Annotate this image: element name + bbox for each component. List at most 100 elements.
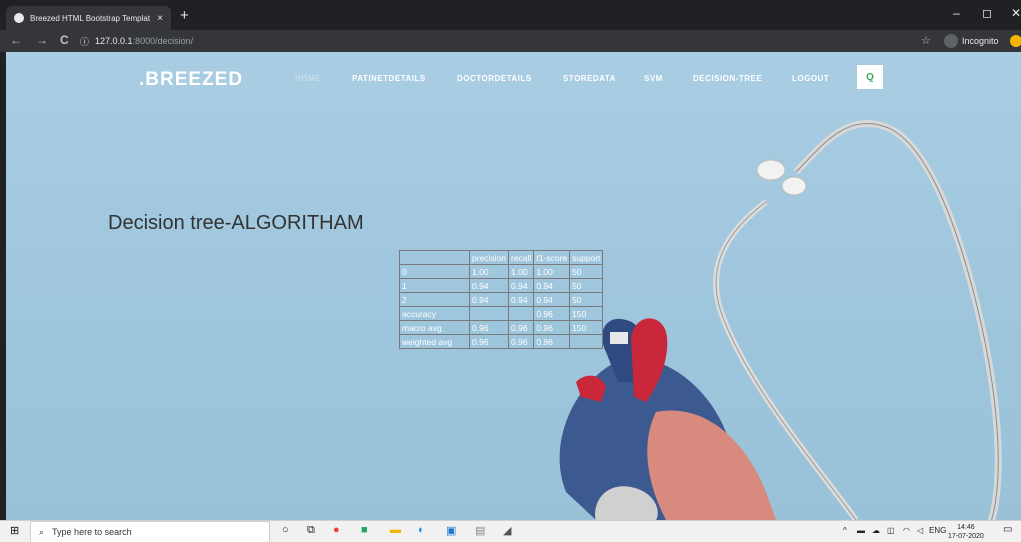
table-row: weighted avg 0.96 0.96 0.96 [399, 334, 604, 349]
wifi-icon[interactable]: ◠ [903, 526, 910, 535]
bookmark-star-icon[interactable]: ☆ [921, 34, 931, 47]
table-cell: 50 [569, 264, 604, 279]
table-cell: 0.96 [533, 334, 571, 349]
table-header-cell: recall [508, 250, 535, 265]
table-cell: 1.00 [533, 264, 571, 279]
database-icon[interactable]: ▤ [475, 524, 485, 537]
address-bar-row: ← → C ⓘ 127.0.0.1 :8000/decision/ ☆ Inco… [0, 30, 1021, 52]
table-cell: 50 [569, 292, 604, 307]
table-cell: 1.00 [468, 264, 510, 279]
nav-store-data[interactable]: STOREDATA [563, 74, 616, 83]
table-row: macro avg 0.96 0.96 0.96 150 [399, 320, 604, 335]
table-cell: weighted avg [399, 334, 470, 349]
table-cell: 0.94 [533, 278, 571, 293]
table-header-cell: f1-score [533, 250, 571, 265]
system-clock[interactable]: 14:46 17-07-2020 [948, 523, 984, 541]
table-cell: 0.94 [508, 292, 535, 307]
table-cell: accuracy [399, 306, 470, 321]
site-search-button[interactable]: Q [857, 65, 883, 89]
site-brand-logo[interactable]: .BREEZED [139, 69, 243, 91]
mail-icon[interactable]: ▣ [446, 524, 456, 537]
minimize-button[interactable]: – [953, 6, 960, 20]
table-cell: 150 [569, 306, 604, 321]
profile-button[interactable]: Incognito [944, 34, 999, 48]
app-icon[interactable]: ◢ [503, 524, 511, 537]
maximize-button[interactable]: ◻ [982, 6, 992, 20]
task-view-icon[interactable]: ⧉ [307, 524, 315, 537]
taskbar-search-input[interactable]: ⌕ Type here to search [30, 521, 270, 542]
table-cell: 1 [399, 278, 470, 293]
page-title: Decision tree-ALGORITHAM [108, 212, 364, 234]
forward-button[interactable]: → [36, 33, 48, 47]
url-host: 127.0.0.1 [95, 36, 133, 46]
nav-decision-tree[interactable]: DECISION-TREE [693, 74, 762, 83]
new-tab-button[interactable]: + [180, 7, 189, 24]
search-icon: ⌕ [39, 526, 45, 537]
volume-icon[interactable]: ◁ [917, 526, 923, 535]
search-icon: Q [866, 71, 874, 83]
network-icon[interactable]: ◫ [887, 526, 895, 535]
window-close-button[interactable]: ✕ [1011, 6, 1021, 20]
table-cell: 50 [569, 278, 604, 293]
tab-title: Breezed HTML Bootstrap Templat [30, 13, 151, 23]
table-cell: 0.96 [508, 320, 535, 335]
nav-patient-details[interactable]: PATINETDETAILS [352, 74, 426, 83]
windows-start-icon[interactable]: ⊞ [10, 524, 19, 537]
info-icon[interactable]: ⓘ [80, 35, 89, 48]
table-cell: 0.96 [468, 320, 510, 335]
clock-time: 14:46 [957, 524, 975, 531]
url-input[interactable]: ⓘ 127.0.0.1 :8000/decision/ [80, 33, 900, 49]
table-cell: 0.96 [533, 306, 571, 321]
table-cell: 0.94 [533, 292, 571, 307]
table-cell: 0.96 [533, 320, 571, 335]
table-row: 2 0.94 0.94 0.94 50 [399, 292, 604, 307]
chrome-icon[interactable]: ● [333, 524, 340, 536]
tab-close-icon[interactable]: × [157, 13, 163, 24]
table-row: 0 1.00 1.00 1.00 50 [399, 264, 604, 279]
reload-button[interactable]: C [60, 33, 69, 47]
table-cell: 1.00 [508, 264, 535, 279]
table-cell [468, 306, 510, 321]
clock-date: 17-07-2020 [948, 533, 984, 540]
table-cell: 0.94 [468, 292, 510, 307]
taskbar: ⊞ ⌕ Type here to search ○ ⧉ ● ■ ▬ ◐ ▣ ▤ … [0, 520, 1021, 542]
extension-icon[interactable] [1010, 35, 1021, 47]
table-cell: 0 [399, 264, 470, 279]
page-viewport: .BREEZED HOME PATINETDETAILS DOCTORDETAI… [6, 52, 1021, 520]
table-cell: 2 [399, 292, 470, 307]
table-header-cell: support [569, 250, 604, 265]
nav-doctor-details[interactable]: DOCTORDETAILS [457, 74, 532, 83]
back-button[interactable]: ← [10, 33, 22, 47]
table-cell: 150 [569, 320, 604, 335]
table-row: accuracy 0.96 150 [399, 306, 604, 321]
battery-icon[interactable]: ▬ [857, 526, 865, 535]
notification-icon[interactable]: ▭ [1003, 524, 1012, 535]
table-cell: 0.94 [508, 278, 535, 293]
nav-home[interactable]: HOME [295, 74, 321, 83]
nav-logout[interactable]: LOGOUT [792, 74, 829, 83]
taskbar-search-placeholder: Type here to search [52, 527, 132, 537]
profile-label: Incognito [962, 36, 999, 46]
table-cell: macro avg [399, 320, 470, 335]
table-cell [569, 334, 604, 349]
cortana-icon[interactable]: ○ [282, 524, 289, 536]
tray-chevron-icon[interactable]: ^ [843, 526, 847, 535]
browser-tab[interactable]: Breezed HTML Bootstrap Templat × [6, 6, 171, 30]
pycharm-icon[interactable]: ■ [361, 524, 368, 536]
language-indicator[interactable]: ENG [929, 526, 946, 535]
table-header-cell: precision [468, 250, 510, 265]
table-cell: 0.96 [468, 334, 510, 349]
table-header-row: precision recall f1-score support [399, 250, 604, 265]
table-header-cell [399, 250, 470, 265]
classification-report-table: precision recall f1-score support 0 1.00… [399, 250, 604, 349]
url-path: :8000/decision/ [132, 36, 194, 46]
tab-strip: Breezed HTML Bootstrap Templat × + – ◻ ✕ [0, 0, 1021, 30]
table-cell: 0.94 [468, 278, 510, 293]
edge-icon[interactable]: ◐ [418, 524, 425, 536]
favicon-icon [14, 13, 24, 23]
onedrive-icon[interactable]: ☁ [872, 526, 880, 535]
nav-svm[interactable]: SVM [644, 74, 663, 83]
table-row: 1 0.94 0.94 0.94 50 [399, 278, 604, 293]
table-cell: 0.96 [508, 334, 535, 349]
file-explorer-icon[interactable]: ▬ [390, 524, 401, 536]
